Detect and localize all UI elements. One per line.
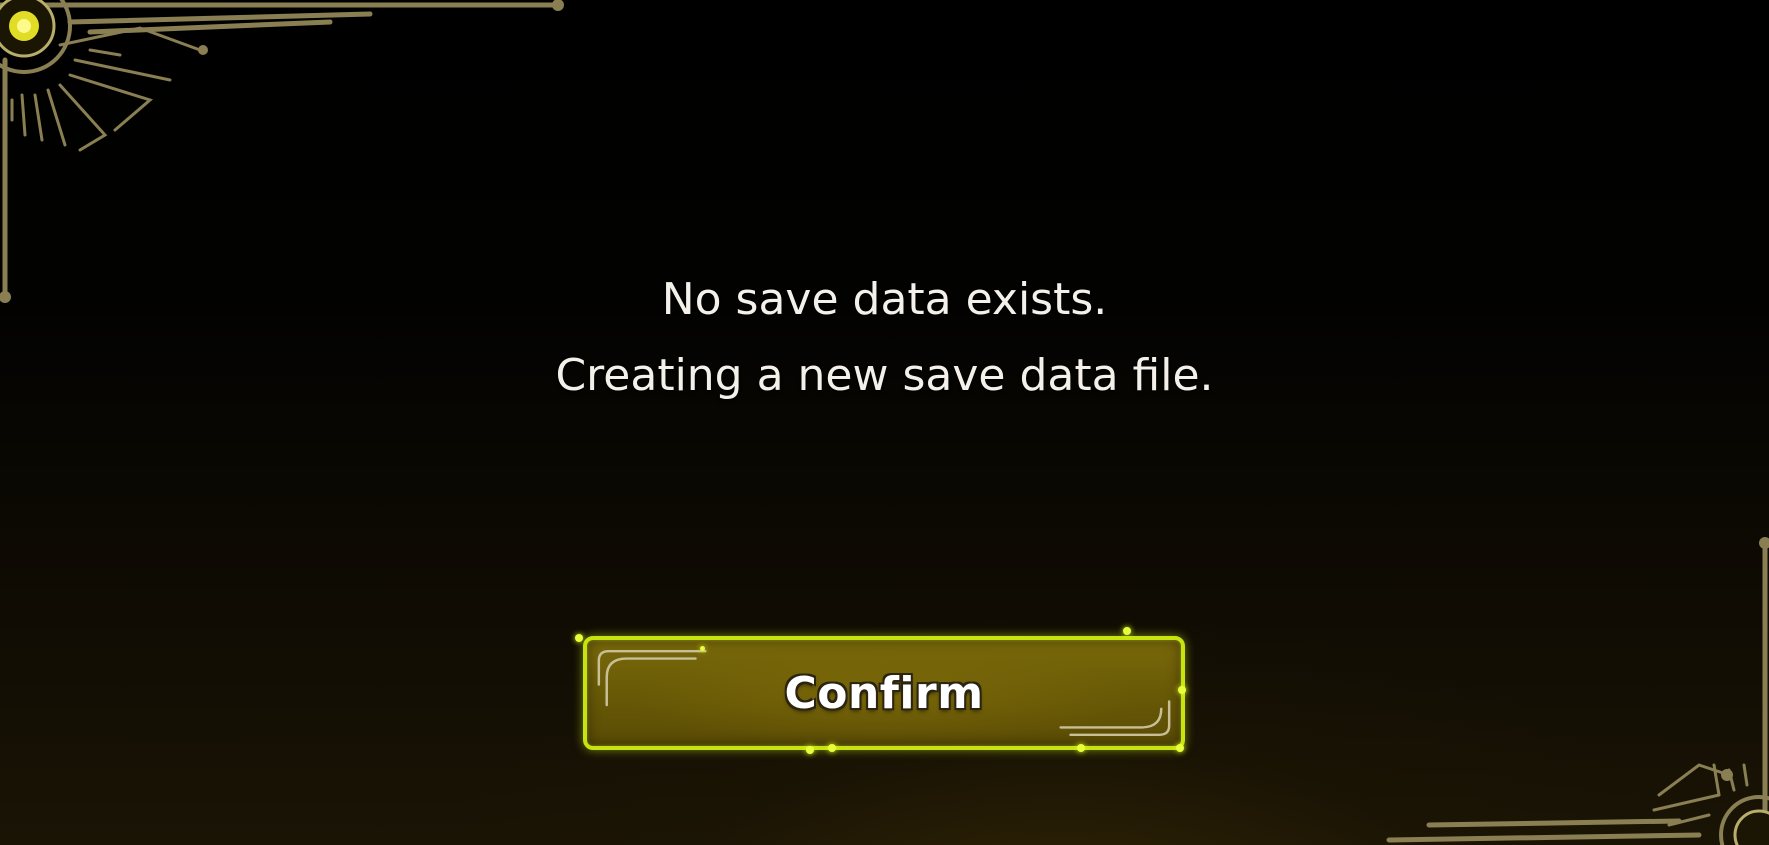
game-dialog-screen: No save data exists. Creating a new save… [0, 0, 1769, 845]
confirm-button[interactable]: Confirm [583, 636, 1185, 750]
ornamental-corner-bottom-right-icon [1386, 537, 1769, 845]
spark-icon [575, 634, 583, 642]
dialog-message: No save data exists. Creating a new save… [0, 262, 1769, 414]
message-line-1: No save data exists. [661, 274, 1108, 325]
confirm-button-label: Confirm [784, 667, 984, 719]
message-line-2: Creating a new save data file. [555, 350, 1214, 401]
spark-icon [1123, 627, 1131, 635]
